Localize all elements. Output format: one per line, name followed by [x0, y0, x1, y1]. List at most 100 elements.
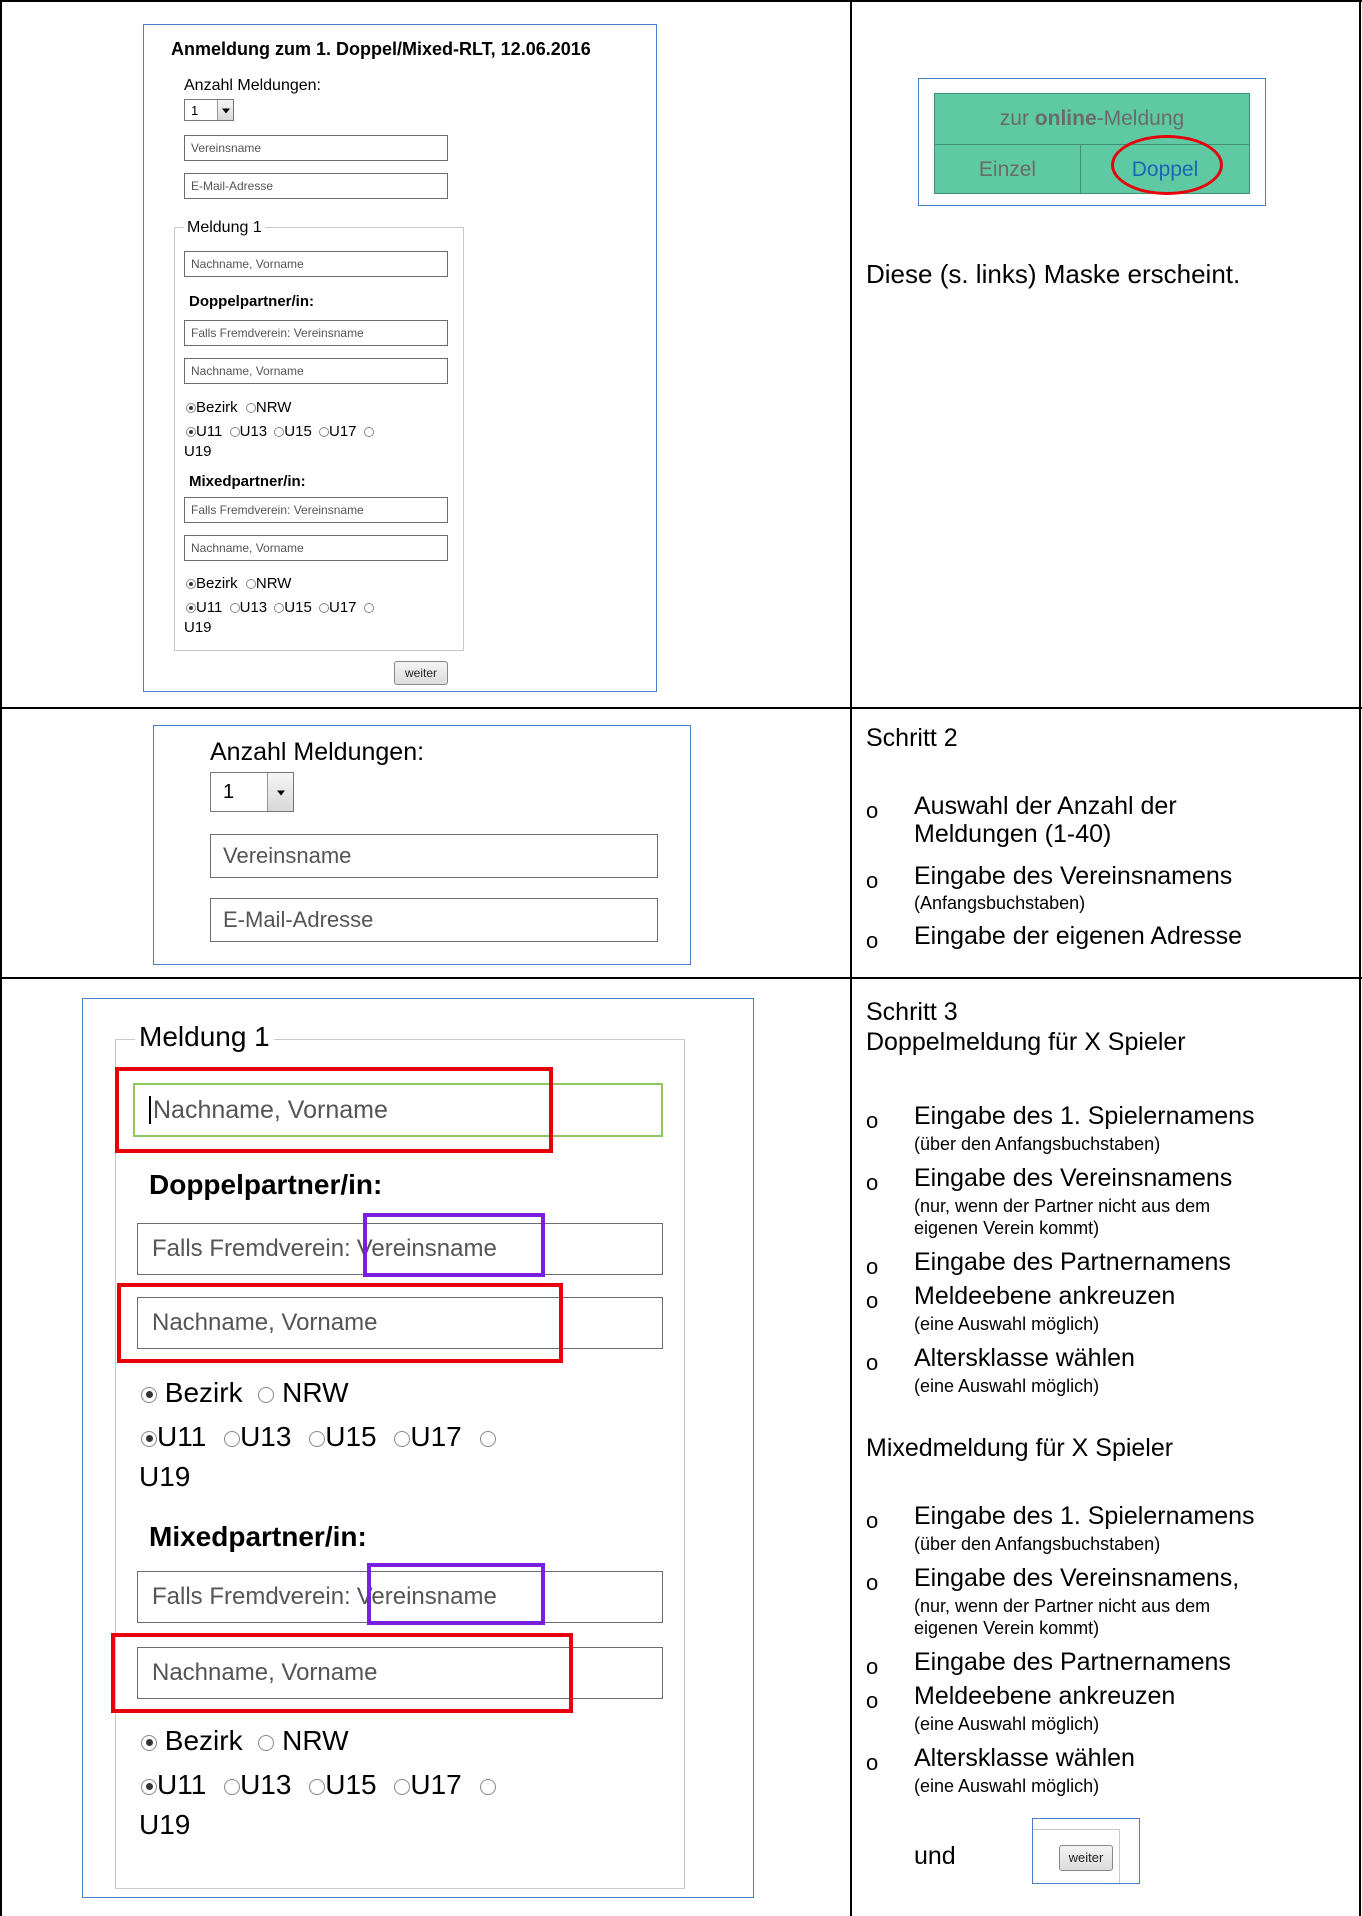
doubles-partner-label: Doppelpartner/in:	[149, 1169, 383, 1200]
row1-description: Diese (s. links) Maske erscheint.	[866, 259, 1241, 289]
email-input[interactable]: E-Mail-Adresse	[184, 173, 448, 199]
radio-nrw[interactable]	[258, 1734, 275, 1751]
highlight-doubles-partner	[117, 1283, 563, 1363]
next-button-snippet: weiter	[1032, 1818, 1140, 1884]
count-label: Anzahl Meldungen:	[184, 77, 321, 94]
radio-u17[interactable]	[318, 427, 329, 438]
count-label: Anzahl Meldungen:	[210, 738, 425, 766]
doubles-bullet-1: Eingabe des 1. Spielernamens	[914, 1102, 1255, 1130]
radio-u19[interactable]	[479, 1430, 496, 1447]
radio-nrw[interactable]	[258, 1386, 275, 1403]
bullet-marker: o	[866, 1350, 879, 1375]
radio-u13[interactable]	[229, 427, 240, 438]
online-registration-panel: zur online-Meldung Einzel Doppel	[918, 78, 1266, 206]
snippet-line	[1033, 1829, 1119, 1830]
radio-u11[interactable]	[186, 603, 196, 614]
doubles-partner-label: Doppelpartner/in:	[189, 293, 315, 310]
club-input[interactable]: Vereinsname	[184, 135, 448, 161]
mixed-partner-input[interactable]: Nachname, Vorname	[184, 535, 448, 561]
highlight-mixed-club	[367, 1563, 545, 1625]
entry-legend: Meldung 1	[135, 1021, 274, 1053]
step2-bullet-1-cont: Meldungen (1-40)	[914, 820, 1112, 848]
table-row-divider-1	[0, 707, 1362, 709]
radio-nrw[interactable]	[245, 579, 256, 590]
radio-u19[interactable]	[363, 603, 374, 614]
bullet-marker: o	[866, 1688, 879, 1713]
bullet-marker: o	[866, 1170, 879, 1195]
radio-u17[interactable]	[318, 603, 329, 614]
radio-u11[interactable]	[141, 1778, 157, 1795]
doubles-bullet-4-note: (eine Auswahl möglich)	[914, 1314, 1100, 1334]
mixed-bullet-1: Eingabe des 1. Spielernamens	[914, 1502, 1255, 1530]
radio-u19[interactable]	[479, 1778, 496, 1795]
bullet-marker: o	[866, 1654, 879, 1679]
next-button[interactable]: weiter	[1059, 1845, 1113, 1871]
radio-u13[interactable]	[224, 1430, 241, 1447]
step2-bullet-3: Eingabe der eigenen Adresse	[914, 922, 1243, 950]
doubles-age-radios: U11 U13 U15 U17	[141, 1421, 496, 1453]
doubles-bullet-1-note: (über den Anfangsbuchstaben)	[914, 1134, 1161, 1154]
count-value: 1	[223, 781, 235, 803]
player-name-input[interactable]: Nachname, Vorname	[184, 251, 448, 277]
step2-bullet-2-note: (Anfangsbuchstaben)	[914, 893, 1086, 913]
radio-u15[interactable]	[274, 603, 285, 614]
highlight-ellipse	[1111, 135, 1223, 195]
bullet-marker: o	[866, 1750, 879, 1775]
mixed-bullet-4: Meldeebene ankreuzen	[914, 1682, 1176, 1710]
radio-bezirk[interactable]	[186, 403, 196, 414]
doubles-age-radios: U11 U13 U15 U17	[186, 423, 374, 440]
mixed-bullet-2: Eingabe des Vereinsnamens,	[914, 1564, 1240, 1592]
doubles-partner-input[interactable]: Nachname, Vorname	[184, 358, 448, 384]
doubles-bullet-5: Altersklasse wählen	[914, 1344, 1135, 1372]
radio-u17[interactable]	[394, 1778, 411, 1795]
doubles-age-u19-label: U19	[184, 443, 212, 460]
doubles-level-radios: Bezirk NRW	[141, 1377, 349, 1409]
count-select[interactable]: 1	[210, 772, 294, 812]
doubles-heading: Doppelmeldung für X Spieler	[866, 1028, 1186, 1056]
table-border-right	[1359, 0, 1361, 1916]
chevron-down-icon	[217, 100, 233, 120]
radio-u11[interactable]	[186, 427, 196, 438]
radio-bezirk[interactable]	[141, 1386, 157, 1403]
online-single-cell[interactable]: Einzel	[934, 144, 1081, 194]
mixed-age-u19-label: U19	[139, 1809, 191, 1840]
entry-fieldset	[115, 1039, 685, 1889]
mixed-bullet-3: Eingabe des Partnernamens	[914, 1648, 1231, 1676]
mixed-bullet-1-note: (über den Anfangsbuchstaben)	[914, 1534, 1161, 1554]
radio-nrw[interactable]	[245, 403, 256, 414]
bullet-marker: o	[866, 1288, 879, 1313]
step2-bullet-2: Eingabe des Vereinsnamens	[914, 862, 1233, 890]
doubles-bullet-5-note: (eine Auswahl möglich)	[914, 1376, 1100, 1396]
count-value: 1	[191, 103, 199, 118]
radio-u15[interactable]	[274, 427, 285, 438]
radio-bezirk[interactable]	[141, 1734, 157, 1751]
radio-u13[interactable]	[229, 603, 240, 614]
mixed-bullet-4-note: (eine Auswahl möglich)	[914, 1714, 1100, 1734]
email-input[interactable]: E-Mail-Adresse	[210, 898, 658, 942]
step3-title: Schritt 3	[866, 998, 958, 1026]
next-button[interactable]: weiter	[394, 661, 448, 685]
radio-u15[interactable]	[309, 1778, 326, 1795]
radio-u13[interactable]	[224, 1778, 241, 1795]
club-input[interactable]: Vereinsname	[210, 834, 658, 878]
mixed-partner-label: Mixedpartner/in:	[189, 473, 306, 490]
bullet-marker: o	[866, 1570, 879, 1595]
radio-u19[interactable]	[363, 427, 374, 438]
mixed-age-radios: U11 U13 U15 U17	[141, 1769, 496, 1801]
form-title: Anmeldung zum 1. Doppel/Mixed-RLT, 12.06…	[171, 39, 591, 59]
doubles-bullet-2-note: (nur, wenn der Partner nicht aus dem	[914, 1196, 1211, 1216]
registration-form-small: Anmeldung zum 1. Doppel/Mixed-RLT, 12.06…	[143, 24, 657, 692]
online-header-cell[interactable]: zur online-Meldung	[934, 93, 1250, 145]
count-select[interactable]: 1	[184, 99, 234, 121]
registration-form-zoom-entry: Meldung 1 Nachname, Vorname Doppelpartne…	[82, 998, 754, 1898]
radio-u15[interactable]	[309, 1430, 326, 1447]
doubles-club-input[interactable]: Falls Fremdverein: Vereinsname	[184, 320, 448, 346]
doubles-bullet-2: Eingabe des Vereinsnamens	[914, 1164, 1233, 1192]
highlight-doubles-club	[363, 1213, 545, 1277]
radio-bezirk[interactable]	[186, 579, 196, 590]
radio-u11[interactable]	[141, 1430, 157, 1447]
mixed-bullet-5: Altersklasse wählen	[914, 1744, 1135, 1772]
radio-u17[interactable]	[394, 1430, 411, 1447]
mixed-club-input[interactable]: Falls Fremdverein: Vereinsname	[184, 497, 448, 523]
mixed-level-radios: Bezirk NRW	[186, 575, 291, 592]
